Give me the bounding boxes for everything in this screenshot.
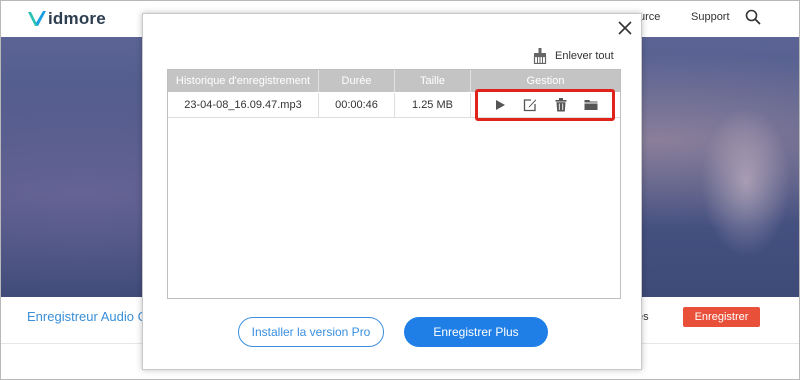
highlight-box [475,89,615,121]
hero-image [701,107,791,257]
remove-all-button[interactable]: Enlever tout [533,48,614,64]
product-title: Enregistreur Audio G [27,309,148,324]
brand-name: idmore [48,9,106,28]
nav-item-resource[interactable]: urce [639,11,660,23]
logo-v-icon [28,11,46,26]
file-name-cell: 23-04-08_16.09.47.mp3 [168,93,319,117]
broom-icon [533,48,547,64]
record-more-button[interactable]: Enregistrer Plus [404,317,548,347]
screenshot-frame: idmore urce Support Enregistreur Audio G… [0,0,800,380]
size-cell: 1.25 MB [395,93,471,117]
nav-item-support[interactable]: Support [691,11,730,23]
column-header-size: Taille [395,70,471,92]
duration-cell: 00:00:46 [319,93,395,117]
remove-all-label: Enlever tout [555,50,614,62]
brand-logo[interactable]: idmore [27,8,106,30]
column-header-history: Historique d'enregistrement [168,70,319,92]
record-button[interactable]: Enregistrer [683,307,760,327]
recording-history-dialog: Enlever tout Historique d'enregistrement… [142,13,642,370]
install-pro-button[interactable]: Installer la version Pro [238,317,384,347]
close-icon[interactable] [617,20,633,36]
column-header-duration: Durée [319,70,395,92]
search-icon[interactable] [745,9,761,25]
